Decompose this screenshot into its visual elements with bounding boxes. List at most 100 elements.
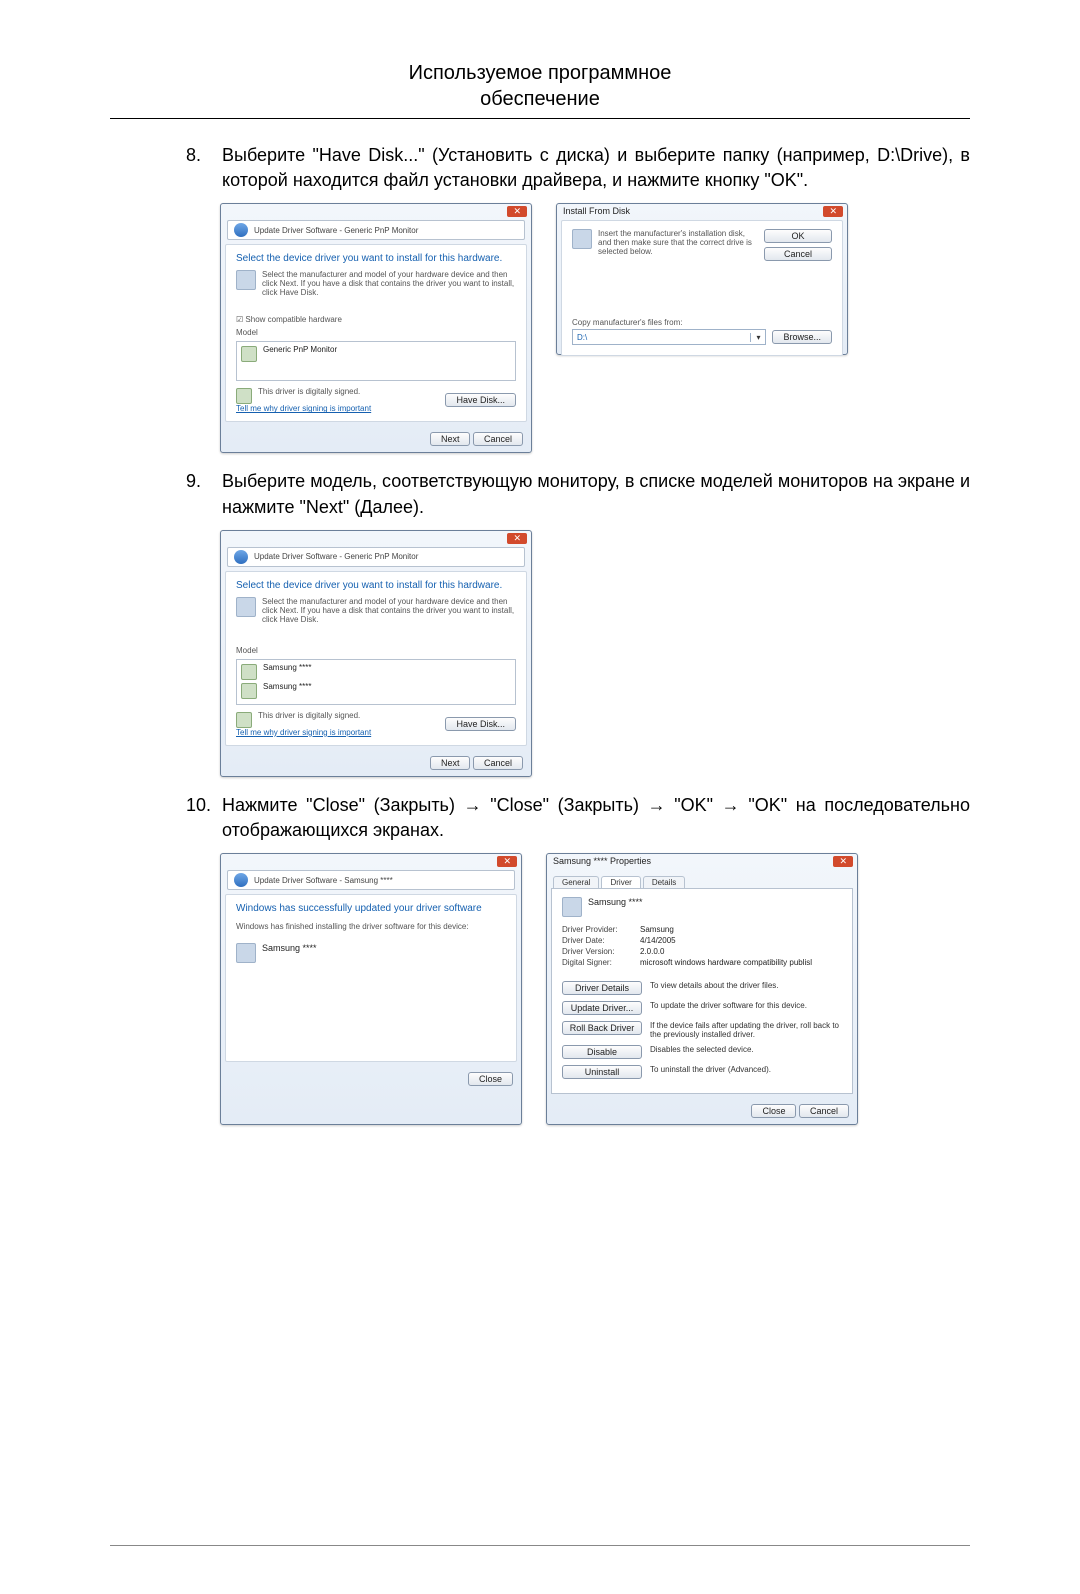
property-tabs: General Driver Details bbox=[553, 876, 857, 888]
dialog-title: Select the device driver you want to ins… bbox=[236, 580, 516, 591]
step-8-screenshots: ✕ Update Driver Software - Generic PnP M… bbox=[220, 203, 970, 453]
device-name: Samsung **** bbox=[588, 897, 643, 907]
cancel-button[interactable]: Cancel bbox=[473, 756, 523, 770]
step-9-screenshots: ✕ Update Driver Software - Generic PnP M… bbox=[220, 530, 970, 777]
tab-driver[interactable]: Driver bbox=[601, 876, 640, 888]
monitor-icon bbox=[236, 597, 256, 617]
breadcrumb: Update Driver Software - Samsung **** bbox=[227, 870, 515, 890]
close-icon[interactable]: ✕ bbox=[497, 856, 517, 867]
compatible-checkbox[interactable]: ☑ Show compatible hardware bbox=[236, 315, 516, 324]
ok-button[interactable]: OK bbox=[764, 229, 832, 243]
model-item-1[interactable]: Samsung **** bbox=[263, 663, 311, 672]
close-icon[interactable]: ✕ bbox=[507, 533, 527, 544]
description-text: Select the manufacturer and model of you… bbox=[262, 597, 516, 624]
model-item-2[interactable]: Samsung **** bbox=[263, 682, 311, 691]
titlebar: ✕ bbox=[221, 531, 531, 545]
step-9-text: Выберите модель, соответствующую монитор… bbox=[222, 469, 970, 519]
model-list[interactable]: Generic PnP Monitor bbox=[236, 341, 516, 381]
path-value: D:\ bbox=[573, 333, 750, 342]
dialog-body: Insert the manufacturer's installation d… bbox=[561, 220, 843, 356]
rollback-desc: If the device fails after updating the d… bbox=[650, 1021, 842, 1039]
success-dialog: ✕ Update Driver Software - Samsung **** … bbox=[220, 853, 522, 1125]
disable-button[interactable]: Disable bbox=[562, 1045, 642, 1059]
disable-desc: Disables the selected device. bbox=[650, 1045, 842, 1054]
step-9: 9. Выберите модель, соответствующую мони… bbox=[186, 469, 970, 519]
signing-link[interactable]: Tell me why driver signing is important bbox=[236, 728, 371, 737]
close-icon[interactable]: ✕ bbox=[833, 856, 853, 867]
rollback-button[interactable]: Roll Back Driver bbox=[562, 1021, 642, 1035]
document-page: Используемое программное обеспечение 8. … bbox=[0, 0, 1080, 1594]
step-9-number: 9. bbox=[186, 469, 222, 519]
tab-general[interactable]: General bbox=[553, 876, 599, 888]
update-driver-desc: To update the driver software for this d… bbox=[650, 1001, 842, 1010]
model-list[interactable]: Samsung **** Samsung **** bbox=[236, 659, 516, 705]
next-button[interactable]: Next bbox=[430, 432, 471, 446]
description-row: Select the manufacturer and model of you… bbox=[236, 270, 516, 297]
cancel-button[interactable]: Cancel bbox=[799, 1104, 849, 1118]
device-icon bbox=[241, 346, 257, 362]
titlebar: ✕ bbox=[221, 204, 531, 218]
next-button[interactable]: Next bbox=[430, 756, 471, 770]
dialog-title: Install From Disk bbox=[563, 206, 630, 216]
shield-icon bbox=[236, 712, 252, 728]
close-icon[interactable]: ✕ bbox=[507, 206, 527, 217]
device-row: Samsung **** bbox=[236, 943, 506, 963]
close-icon[interactable]: ✕ bbox=[823, 206, 843, 217]
close-button[interactable]: Close bbox=[468, 1072, 513, 1086]
cancel-button[interactable]: Cancel bbox=[473, 432, 523, 446]
select-model-dialog: ✕ Update Driver Software - Generic PnP M… bbox=[220, 530, 532, 777]
driver-details-button[interactable]: Driver Details bbox=[562, 981, 642, 995]
provider-label: Driver Provider: bbox=[562, 925, 640, 934]
disk-icon bbox=[572, 229, 592, 249]
path-dropdown[interactable]: D:\ ▾ bbox=[572, 329, 766, 345]
header-divider bbox=[110, 118, 970, 119]
titlebar: Install From Disk ✕ bbox=[557, 204, 847, 220]
uninstall-desc: To uninstall the driver (Advanced). bbox=[650, 1065, 842, 1074]
header-line1: Используемое программное bbox=[409, 62, 672, 84]
install-from-disk-dialog: Install From Disk ✕ Insert the manufactu… bbox=[556, 203, 848, 355]
breadcrumb: Update Driver Software - Generic PnP Mon… bbox=[227, 220, 525, 240]
titlebar: Samsung **** Properties ✕ bbox=[547, 854, 857, 870]
back-icon[interactable] bbox=[234, 223, 248, 237]
properties-dialog: Samsung **** Properties ✕ General Driver… bbox=[546, 853, 858, 1125]
step-8-text: Выберите "Have Disk..." (Установить с ди… bbox=[222, 143, 970, 193]
chevron-down-icon[interactable]: ▾ bbox=[750, 333, 765, 342]
update-driver-button[interactable]: Update Driver... bbox=[562, 1001, 642, 1015]
dialog-title: Samsung **** Properties bbox=[553, 856, 651, 866]
description-text: Select the manufacturer and model of you… bbox=[262, 270, 516, 297]
copy-from-label: Copy manufacturer's files from: bbox=[572, 318, 832, 327]
device-icon bbox=[241, 664, 257, 680]
tab-details[interactable]: Details bbox=[643, 876, 685, 888]
description-text: Insert the manufacturer's installation d… bbox=[598, 229, 758, 256]
description-row: Insert the manufacturer's installation d… bbox=[572, 229, 832, 261]
version-label: Driver Version: bbox=[562, 947, 640, 956]
page-header: Используемое программное обеспечение bbox=[110, 60, 970, 112]
properties-body: Samsung **** Driver Provider:Samsung Dri… bbox=[551, 888, 853, 1094]
version-value: 2.0.0.0 bbox=[640, 947, 664, 956]
browse-button[interactable]: Browse... bbox=[772, 330, 832, 344]
breadcrumb-text: Update Driver Software - Samsung **** bbox=[254, 876, 393, 885]
dialog-buttons: Close bbox=[221, 1066, 521, 1092]
step-8: 8. Выберите "Have Disk..." (Установить с… bbox=[186, 143, 970, 193]
signer-value: microsoft windows hardware compatibility… bbox=[640, 958, 812, 967]
success-desc: Windows has finished installing the driv… bbox=[236, 922, 506, 931]
back-icon[interactable] bbox=[234, 550, 248, 564]
model-item[interactable]: Generic PnP Monitor bbox=[263, 345, 337, 354]
breadcrumb-text: Update Driver Software - Generic PnP Mon… bbox=[254, 226, 418, 235]
monitor-icon bbox=[236, 270, 256, 290]
close-button[interactable]: Close bbox=[751, 1104, 796, 1118]
cancel-button[interactable]: Cancel bbox=[764, 247, 832, 261]
step-10: 10. Нажмите "Close" (Закрыть) → "Close" … bbox=[186, 793, 970, 843]
step-10-screenshots: ✕ Update Driver Software - Samsung **** … bbox=[220, 853, 970, 1125]
success-title: Windows has successfully updated your dr… bbox=[236, 903, 506, 914]
driver-details-desc: To view details about the driver files. bbox=[650, 981, 842, 990]
step-10-text: Нажмите "Close" (Закрыть) → "Close" (Зак… bbox=[222, 793, 970, 843]
have-disk-button[interactable]: Have Disk... bbox=[445, 717, 516, 731]
dialog-buttons: Next Cancel bbox=[221, 426, 531, 452]
uninstall-button[interactable]: Uninstall bbox=[562, 1065, 642, 1079]
back-icon[interactable] bbox=[234, 873, 248, 887]
model-header: Model bbox=[236, 328, 516, 337]
have-disk-button[interactable]: Have Disk... bbox=[445, 393, 516, 407]
description-row: Select the manufacturer and model of you… bbox=[236, 597, 516, 624]
signing-link[interactable]: Tell me why driver signing is important bbox=[236, 404, 371, 413]
